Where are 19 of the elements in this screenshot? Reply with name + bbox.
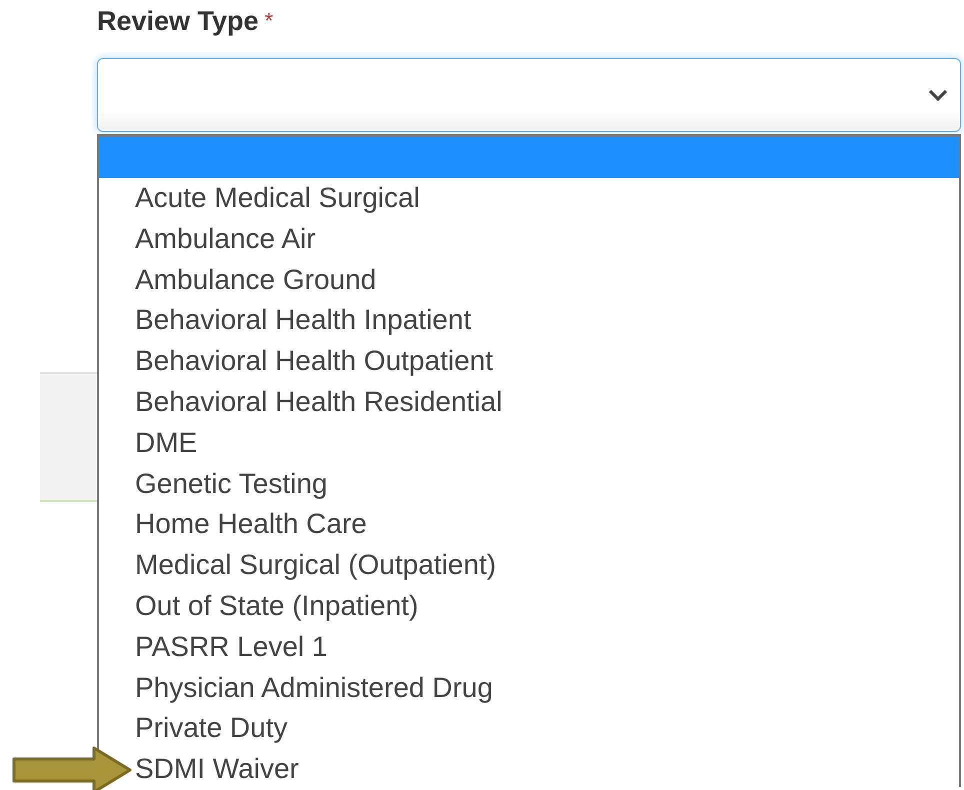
review-type-select[interactable] [97,58,961,132]
dropdown-option[interactable]: Physician Administered Drug [133,668,959,708]
chevron-down-icon [928,89,948,101]
dropdown-option[interactable]: Acute Medical Surgical [133,178,959,219]
dropdown-option[interactable]: Private Duty [133,708,959,750]
dropdown-option[interactable]: Out of State (Inpatient) [133,586,959,627]
dropdown-option[interactable]: Medical Surgical (Outpatient) [133,545,959,586]
dropdown-option[interactable]: Home Health Care [133,504,959,546]
required-mark: * [264,8,274,34]
dropdown-option[interactable]: SDMI Waiver [133,749,959,787]
dropdown-option[interactable]: Ambulance Air [133,218,959,260]
dropdown-option[interactable]: Ambulance Ground [133,260,959,300]
dropdown-option[interactable]: PASRR Level 1 [133,626,959,668]
dropdown-option[interactable]: Behavioral Health Residential [133,382,959,423]
dropdown-option[interactable]: Behavioral Health Outpatient [133,341,959,382]
field-label: Review Type [97,6,259,37]
dropdown-option[interactable]: Behavioral Health Inpatient [133,300,959,342]
dropdown-option[interactable]: DME [133,422,959,464]
dropdown-option[interactable]: Genetic Testing [133,464,959,504]
